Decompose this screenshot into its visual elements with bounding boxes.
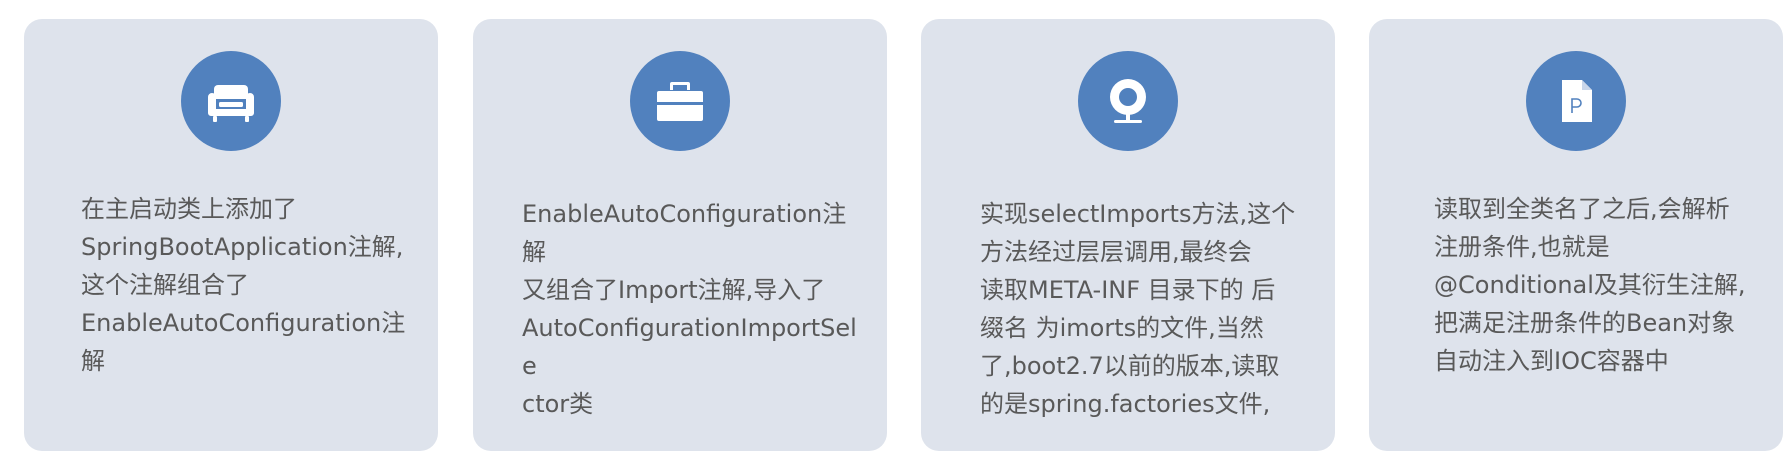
step-card-2: EnableAutoConfiguration注解 又组合了Import注解,导… — [473, 19, 887, 451]
step-text-2: EnableAutoConfiguration注解 又组合了Import注解,导… — [522, 200, 857, 418]
icon-badge-2 — [630, 51, 730, 151]
document-p-icon — [1562, 80, 1592, 122]
step-text-3: 实现selectImports方法,这个 方法经过层层调用,最终会 读取META… — [980, 200, 1296, 418]
webcam-icon — [1110, 79, 1146, 123]
step-card-4: 读取到全类名了之后,会解析 注册条件,也就是 @Conditional及其衍生注… — [1369, 19, 1783, 451]
step-card-3: 实现selectImports方法,这个 方法经过层层调用,最终会 读取META… — [921, 19, 1335, 451]
icon-badge-4 — [1526, 51, 1626, 151]
icon-badge-1 — [181, 51, 281, 151]
toolbox-icon — [657, 82, 703, 121]
icon-badge-3 — [1078, 51, 1178, 151]
step-text-1: 在主启动类上添加了 SpringBootApplication注解, 这个注解组… — [81, 195, 406, 375]
step-card-1: 在主启动类上添加了 SpringBootApplication注解, 这个注解组… — [24, 19, 438, 451]
step-text-4: 读取到全类名了之后,会解析 注册条件,也就是 @Conditional及其衍生注… — [1434, 195, 1746, 375]
armchair-icon — [208, 85, 254, 122]
